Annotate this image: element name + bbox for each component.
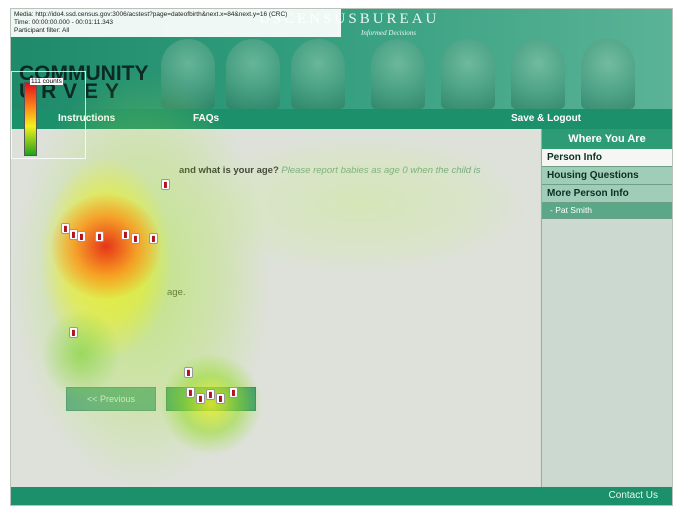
contact-us-link[interactable]: Contact Us	[609, 490, 658, 501]
banner-photo	[581, 39, 635, 109]
next-button[interactable]	[166, 387, 256, 411]
sidebar-item-person-info[interactable]: Person Info	[542, 149, 672, 167]
banner-photo	[226, 39, 280, 109]
gaze-time-range: Time: 00:00:00.000 - 00:01:11.343	[14, 19, 114, 26]
banner-photo	[371, 39, 425, 109]
banner-photo	[441, 39, 495, 109]
age-label: age.	[167, 287, 186, 298]
where-you-are-sidebar: Where You Are Person Info Housing Questi…	[541, 129, 672, 487]
nav-bar: Instructions FAQs Save & Logout	[11, 109, 672, 129]
previous-button[interactable]: << Previous	[66, 387, 156, 411]
survey-window: USCENSUSBUREAU Informed Decisions COMMUN…	[10, 8, 673, 506]
gaze-participant-filter: Participant filter: All	[14, 27, 70, 34]
sidebar-item-more-person-info[interactable]: More Person Info	[542, 185, 672, 203]
tagline: Informed Decisions	[361, 29, 417, 37]
question-hint: Please report babies as age 0 when the c…	[281, 165, 481, 176]
banner-photo	[511, 39, 565, 109]
sidebar-item-housing-questions[interactable]: Housing Questions	[542, 167, 672, 185]
legend-counts: 111 counts	[30, 78, 63, 85]
main-content: and what is your age? Please report babi…	[11, 129, 540, 487]
footer-bar: Contact Us	[11, 487, 672, 505]
banner-photo	[291, 39, 345, 109]
sidebar-subitem-pat-smith[interactable]: - Pat Smith	[542, 203, 672, 219]
banner-photo	[161, 39, 215, 109]
gaze-info-box: Media: http://ido4.ssd.census.gov:3006/a…	[11, 9, 341, 37]
question-text: and what is your age?	[179, 165, 279, 176]
save-logout-link[interactable]: Save & Logout	[511, 113, 581, 124]
heatmap-color-scale	[24, 82, 37, 156]
nav-faqs-link[interactable]: FAQs	[193, 113, 219, 124]
age-question: and what is your age? Please report babi…	[179, 165, 481, 176]
gaze-media-url: Media: http://ido4.ssd.census.gov:3006/a…	[14, 11, 288, 18]
heatmap-legend: 111 counts	[11, 71, 86, 159]
sidebar-title: Where You Are	[542, 129, 672, 149]
